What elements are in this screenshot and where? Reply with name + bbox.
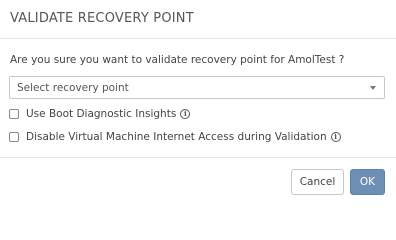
boot-diagnostic-checkbox[interactable] bbox=[9, 109, 19, 119]
disable-internet-label: Disable Virtual Machine Internet Access … bbox=[26, 131, 327, 143]
dialog-title: VALIDATE RECOVERY POINT bbox=[10, 11, 194, 26]
boot-diagnostic-label: Use Boot Diagnostic Insights bbox=[26, 108, 177, 120]
confirmation-question: Are you sure you want to validate recove… bbox=[10, 54, 345, 66]
caret-down-icon bbox=[370, 86, 376, 90]
info-icon[interactable]: i bbox=[180, 109, 191, 119]
cancel-button[interactable]: Cancel bbox=[291, 169, 344, 195]
boot-diagnostic-option: Use Boot Diagnostic Insights i bbox=[9, 107, 191, 121]
dialog-footer-divider bbox=[0, 157, 396, 158]
dialog-header: VALIDATE RECOVERY POINT bbox=[0, 0, 396, 39]
disable-internet-checkbox[interactable] bbox=[9, 132, 19, 142]
recovery-point-select[interactable]: Select recovery point bbox=[9, 76, 385, 99]
recovery-point-select-placeholder: Select recovery point bbox=[17, 82, 129, 94]
disable-internet-option: Disable Virtual Machine Internet Access … bbox=[9, 130, 341, 144]
info-icon[interactable]: i bbox=[330, 132, 341, 142]
ok-button[interactable]: OK bbox=[350, 169, 385, 195]
validate-recovery-point-dialog: VALIDATE RECOVERY POINT Are you sure you… bbox=[0, 0, 396, 202]
